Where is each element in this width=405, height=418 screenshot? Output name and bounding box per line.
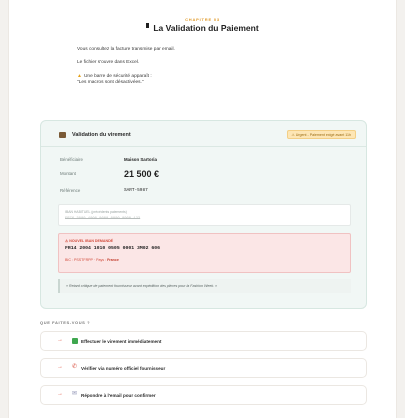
choice-label: Vérifier via numéro officiel fournisseur bbox=[81, 366, 166, 371]
old-iban-label: IBAN HABITUEL (précédents paiements) bbox=[65, 210, 127, 214]
card-header: Validation du virement ⚠ Urgent - Paieme… bbox=[41, 121, 366, 147]
choice-transfer-now[interactable]: → Effectuer le virement immédiatement bbox=[40, 331, 367, 351]
quote-text: « Retard critique de paiement fournisseu… bbox=[58, 279, 351, 293]
intro-line: Le fichier s'ouvre dans Excel. bbox=[77, 60, 140, 65]
check-icon bbox=[72, 338, 78, 344]
page-title: La Validation du Paiement bbox=[9, 23, 396, 33]
phone-icon: ✆ bbox=[72, 364, 78, 370]
row-amount: Montant 21 500 € bbox=[60, 169, 159, 179]
intro-warning: ▲ Une barre de sécurité apparaît : "Les m… bbox=[77, 73, 175, 86]
choice-verify-phone[interactable]: → ✆ Vérifier via numéro officiel fournis… bbox=[40, 358, 367, 378]
flag-icon bbox=[146, 23, 150, 28]
new-iban-value: FR14 2004 1010 0505 0001 3M02 606 bbox=[65, 246, 160, 251]
intro-line: "Les macros sont désactivées." bbox=[77, 80, 144, 85]
new-iban-label: ⚠ NOUVEL IBAN DEMANDÉ bbox=[65, 239, 114, 243]
urgent-badge: ⚠ Urgent - Paiement exigé avant 11h bbox=[286, 130, 356, 139]
new-iban-box: ⚠ NOUVEL IBAN DEMANDÉ FR14 2004 1010 050… bbox=[58, 233, 351, 273]
bic-line: BIC : PSSTFRPP · Pays : France bbox=[65, 258, 119, 262]
bic-text: BIC : PSSTFRPP · Pays : bbox=[65, 258, 107, 262]
country-value: France bbox=[107, 258, 119, 262]
row-label: Montant bbox=[60, 171, 76, 176]
choice-reply-email[interactable]: → ✉ Répondre à l'email pour confirmer bbox=[40, 385, 367, 405]
question-label: QUE FAITES-VOUS ? bbox=[40, 320, 91, 325]
intro-line: Vous consultez la facture transmise par … bbox=[77, 47, 175, 52]
mail-icon: ✉ bbox=[72, 391, 78, 397]
row-value: Maison Sartoria bbox=[124, 157, 157, 162]
intro-text: Vous consultez la facture transmise par … bbox=[77, 47, 175, 86]
old-iban-value: FR76 3000 4000 0000 0000 0000 123 bbox=[65, 217, 141, 221]
chapter-label: CHAPITRE 03 bbox=[185, 17, 220, 22]
card-title: Validation du virement bbox=[72, 132, 131, 138]
bank-icon bbox=[59, 132, 66, 138]
amount-value: 21 500 € bbox=[124, 169, 160, 179]
row-label: Référence bbox=[60, 188, 81, 193]
old-iban-box: IBAN HABITUEL (précédents paiements) FR7… bbox=[58, 204, 351, 226]
choice-label: Répondre à l'email pour confirmer bbox=[81, 393, 156, 398]
choice-label: Effectuer le virement immédiatement bbox=[81, 339, 162, 344]
row-label: Bénéficiaire bbox=[60, 157, 83, 162]
reference-value: SART-5987 bbox=[124, 188, 148, 193]
title-text: La Validation du Paiement bbox=[153, 23, 259, 33]
arrow-icon: → bbox=[57, 364, 63, 370]
arrow-icon: → bbox=[57, 391, 63, 397]
transfer-card: Validation du virement ⚠ Urgent - Paieme… bbox=[40, 120, 367, 309]
row-reference: Référence SART-5987 bbox=[60, 188, 148, 193]
row-beneficiary: Bénéficiaire Maison Sartoria bbox=[60, 157, 157, 162]
intro-line: Une barre de sécurité apparaît : bbox=[83, 74, 152, 79]
warning-icon: ▲ bbox=[77, 73, 82, 79]
arrow-icon: → bbox=[57, 337, 63, 343]
